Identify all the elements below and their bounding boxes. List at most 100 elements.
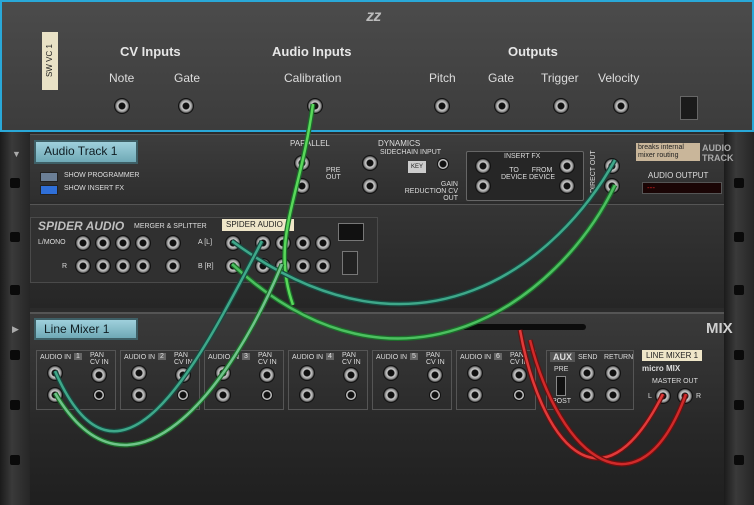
insert-from-l-jack[interactable] xyxy=(560,159,574,173)
pan-cv-in-label: PAN CV IN xyxy=(510,352,529,366)
velocity-out-jack[interactable] xyxy=(614,99,628,113)
note-jack-label: Note xyxy=(109,71,135,85)
direct-out-r-jack[interactable] xyxy=(605,179,619,193)
ch3-pan-knob[interactable] xyxy=(260,368,274,382)
gain-reduction-cv-jack[interactable] xyxy=(438,159,448,169)
show-insert-fx-label: SHOW INSERT FX xyxy=(64,185,125,192)
sidechain-r-jack[interactable] xyxy=(363,179,377,193)
show-programmer-button[interactable] xyxy=(40,172,58,182)
parallel-r-jack[interactable] xyxy=(295,179,309,193)
ch2-in-r-jack[interactable] xyxy=(132,388,146,402)
fold-triangle-icon[interactable]: ▶ xyxy=(12,324,19,335)
ch1-pan-knob[interactable] xyxy=(92,368,106,382)
spider-merge-in-l1-jack[interactable] xyxy=(76,236,90,250)
spider-switch[interactable] xyxy=(338,223,364,241)
spider-a-l-label: A [L] xyxy=(198,239,213,246)
spider-split-in-b-jack[interactable] xyxy=(226,259,240,273)
spider-merge-in-l2-jack[interactable] xyxy=(96,236,110,250)
spider-split-out-a3-jack[interactable] xyxy=(296,236,310,250)
mixer-display-slot xyxy=(462,324,586,330)
aux-return-r-jack[interactable] xyxy=(606,388,620,402)
ch6-in-l-jack[interactable] xyxy=(468,366,482,380)
calibration-audio-jack[interactable] xyxy=(308,99,322,113)
spider-split-out-b1-jack[interactable] xyxy=(256,259,270,273)
master-out-r-jack[interactable] xyxy=(678,389,692,403)
gate-out-jack[interactable] xyxy=(495,99,509,113)
spider-merge-in-r2-jack[interactable] xyxy=(96,259,110,273)
device-logo-icon: ᶻᶻ xyxy=(366,6,381,31)
parallel-l-jack[interactable] xyxy=(295,156,309,170)
pre-post-switch[interactable] xyxy=(556,376,566,396)
show-programmer-label: SHOW PROGRAMMER xyxy=(64,172,140,179)
direct-out-l-jack[interactable] xyxy=(605,159,619,173)
channel-number: 1 xyxy=(74,353,82,360)
master-out-l-jack[interactable] xyxy=(656,389,670,403)
insert-to-r-jack[interactable] xyxy=(476,179,490,193)
spider-split-out-b4-jack[interactable] xyxy=(316,259,330,273)
ch2-pan-cv-jack[interactable] xyxy=(178,390,188,400)
spider-merge-out-r-jack[interactable] xyxy=(166,259,180,273)
trigger-out-jack[interactable] xyxy=(554,99,568,113)
ch5-pan-knob[interactable] xyxy=(428,368,442,382)
channel-number: 5 xyxy=(410,353,418,360)
show-insert-fx-button[interactable] xyxy=(40,185,58,195)
audio-in-label: AUDIO IN xyxy=(40,354,72,361)
spider-split-out-a4-jack[interactable] xyxy=(316,236,330,250)
pitch-out-jack[interactable] xyxy=(435,99,449,113)
spider-merge-in-l3-jack[interactable] xyxy=(116,236,130,250)
gate-cv-jack[interactable] xyxy=(179,99,193,113)
spider-r-label: R xyxy=(62,263,68,270)
aux-send-l-jack[interactable] xyxy=(580,366,594,380)
audio-in-label: AUDIO IN xyxy=(124,354,156,361)
spider-split-in-a-jack[interactable] xyxy=(226,236,240,250)
spider-split-out-b3-jack[interactable] xyxy=(296,259,310,273)
ch2-in-l-jack[interactable] xyxy=(132,366,146,380)
ch5-in-r-jack[interactable] xyxy=(384,388,398,402)
ch4-in-l-jack[interactable] xyxy=(300,366,314,380)
ch3-in-r-jack[interactable] xyxy=(216,388,230,402)
cv-device-panel: SW VC 1 ᶻᶻ CV Inputs Audio Inputs Output… xyxy=(0,0,754,132)
ch6-pan-knob[interactable] xyxy=(512,368,526,382)
audio-track-name-field[interactable]: Audio Track 1 xyxy=(34,140,138,164)
spider-split-out-a2-jack[interactable] xyxy=(276,236,290,250)
fold-triangle-icon[interactable]: ▼ xyxy=(12,149,21,159)
line-mixer-name-field[interactable]: Line Mixer 1 xyxy=(34,318,138,340)
insert-from-r-jack[interactable] xyxy=(560,179,574,193)
mix-title: MIX xyxy=(706,320,733,337)
ch5-in-l-jack[interactable] xyxy=(384,366,398,380)
ch3-in-l-jack[interactable] xyxy=(216,366,230,380)
insert-fx-label: INSERT FX xyxy=(504,153,541,160)
spider-merge-in-l4-jack[interactable] xyxy=(136,236,150,250)
key-button[interactable]: KEY xyxy=(408,161,426,173)
spider-merge-out-l-jack[interactable] xyxy=(166,236,180,250)
ch1-in-l-jack[interactable] xyxy=(48,366,62,380)
spider-split-out-b2-jack[interactable] xyxy=(276,259,290,273)
spider-merge-in-r4-jack[interactable] xyxy=(136,259,150,273)
ch4-pan-knob[interactable] xyxy=(344,368,358,382)
aux-return-l-jack[interactable] xyxy=(606,366,620,380)
rack-screw-hole xyxy=(734,455,744,465)
note-cv-jack[interactable] xyxy=(115,99,129,113)
spider-split-out-a1-jack[interactable] xyxy=(256,236,270,250)
ch2-pan-knob[interactable] xyxy=(176,368,190,382)
ch4-pan-cv-jack[interactable] xyxy=(346,390,356,400)
pan-cv-in-label: PAN CV IN xyxy=(258,352,277,366)
spider-merge-in-r3-jack[interactable] xyxy=(116,259,130,273)
spider-toggle[interactable] xyxy=(342,251,358,275)
from-device-label: FROM DEVICE xyxy=(528,167,556,181)
ch6-pan-cv-jack[interactable] xyxy=(514,390,524,400)
audio-in-label: AUDIO IN xyxy=(292,354,324,361)
audio-output-display[interactable]: --- xyxy=(642,182,722,194)
pre-label: PRE xyxy=(554,366,569,373)
ch4-in-r-jack[interactable] xyxy=(300,388,314,402)
ch6-in-r-jack[interactable] xyxy=(468,388,482,402)
spider-merge-in-r1-jack[interactable] xyxy=(76,259,90,273)
insert-to-l-jack[interactable] xyxy=(476,159,490,173)
ch3-pan-cv-jack[interactable] xyxy=(262,390,272,400)
aux-send-r-jack[interactable] xyxy=(580,388,594,402)
ch1-pan-cv-jack[interactable] xyxy=(94,390,104,400)
ch1-in-r-jack[interactable] xyxy=(48,388,62,402)
sidechain-l-jack[interactable] xyxy=(363,156,377,170)
pan-cv-in-label: PAN CV IN xyxy=(174,352,193,366)
ch5-pan-cv-jack[interactable] xyxy=(430,390,440,400)
